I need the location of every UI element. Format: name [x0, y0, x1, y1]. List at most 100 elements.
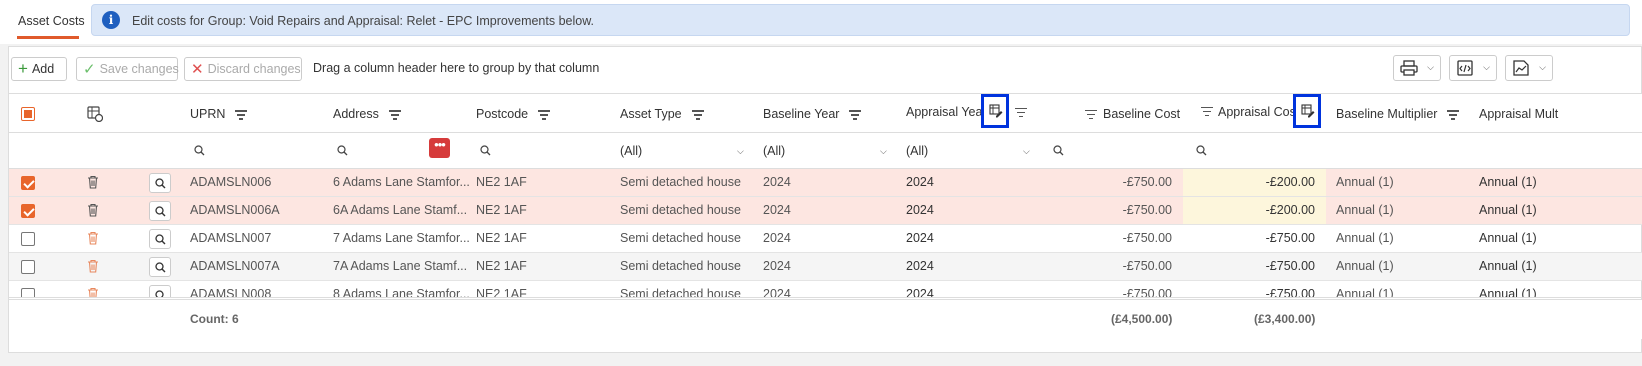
appraisal-year-filter-select[interactable]: (All) [906, 133, 928, 169]
header-appraisal-year[interactable]: Appraisal Yea [906, 92, 982, 132]
cell-appraisal-multiplier[interactable]: Annual (1) [1479, 281, 1537, 298]
filter-icon[interactable] [235, 110, 248, 120]
search-icon[interactable] [337, 145, 348, 156]
horizontal-scrollbar[interactable] [9, 297, 1642, 298]
filter-icon[interactable] [1201, 107, 1213, 117]
save-changes-button[interactable]: ✓ Save changes [76, 57, 179, 81]
edit-column-appraisal-year-button[interactable] [981, 94, 1009, 128]
filter-icon[interactable] [1015, 108, 1027, 118]
cell-asset-type[interactable]: Semi detached house [620, 253, 741, 280]
header-asset-type[interactable]: Asset Type [620, 94, 704, 134]
header-address[interactable]: Address [333, 94, 401, 134]
cell-baseline-year[interactable]: 2024 [763, 169, 791, 196]
cell-baseline-cost[interactable]: -£750.00 [1049, 197, 1172, 224]
header-baseline-year[interactable]: Baseline Year [763, 94, 862, 134]
table-row[interactable]: ADAMSLN008 8 Adams Lane Stamfor... NE2 1AF… [9, 281, 1642, 298]
cell-address[interactable]: 7 Adams Lane Stamfor... [333, 225, 470, 252]
trash-icon[interactable] [87, 259, 99, 273]
search-icon[interactable] [1196, 145, 1207, 156]
header-baseline-cost[interactable]: Baseline Cost [1103, 94, 1180, 134]
cell-baseline-year[interactable]: 2024 [763, 253, 791, 280]
tab-asset-costs[interactable]: Asset Costs [18, 14, 85, 28]
cell-postcode[interactable]: NE2 1AF [476, 197, 527, 224]
table-row[interactable]: ADAMSLN006A 6A Adams Lane Stamf... NE2 1AF… [9, 197, 1642, 225]
cell-address[interactable]: 6A Adams Lane Stamf... [333, 197, 467, 224]
cell-postcode[interactable]: NE2 1AF [476, 253, 527, 280]
table-row[interactable]: ADAMSLN007A 7A Adams Lane Stamf... NE2 1AF… [9, 253, 1642, 281]
header-appraisal-cost[interactable]: Appraisal Cost [1218, 92, 1299, 132]
cell-appraisal-cost[interactable]: -£200.00 [1192, 169, 1315, 196]
filter-icon[interactable] [1085, 110, 1097, 120]
cell-baseline-year[interactable]: 2024 [763, 281, 791, 298]
row-checkbox[interactable] [21, 260, 35, 274]
cell-appraisal-cost[interactable]: -£750.00 [1192, 253, 1315, 280]
cell-asset-type[interactable]: Semi detached house [620, 197, 741, 224]
cell-appraisal-multiplier[interactable]: Annual (1) [1479, 169, 1537, 196]
trash-icon[interactable] [87, 203, 99, 217]
cell-baseline-year[interactable]: 2024 [763, 225, 791, 252]
add-button[interactable]: + Add [11, 57, 67, 81]
search-icon[interactable] [1053, 145, 1064, 156]
cell-baseline-multiplier[interactable]: Annual (1) [1336, 253, 1394, 280]
view-row-button[interactable] [149, 257, 171, 277]
filter-icon[interactable] [1447, 110, 1460, 120]
filter-icon[interactable] [849, 110, 862, 120]
export-dropdown[interactable]: ⌵ [1449, 55, 1497, 81]
cell-asset-type[interactable]: Semi detached house [620, 281, 741, 298]
cell-baseline-multiplier[interactable]: Annual (1) [1336, 225, 1394, 252]
cell-uprn[interactable]: ADAMSLN006 [190, 169, 271, 196]
view-row-button[interactable] [149, 229, 171, 249]
cell-uprn[interactable]: ADAMSLN007 [190, 225, 271, 252]
cell-address[interactable]: 8 Adams Lane Stamfor... [333, 281, 470, 298]
cell-uprn[interactable]: ADAMSLN008 [190, 281, 271, 298]
row-checkbox[interactable] [21, 204, 35, 218]
more-options-button[interactable]: ••• [429, 138, 450, 158]
cell-postcode[interactable]: NE2 1AF [476, 225, 527, 252]
filter-icon[interactable] [691, 110, 704, 120]
asset-type-filter-select[interactable]: (All) [620, 133, 642, 169]
cell-address[interactable]: 7A Adams Lane Stamf... [333, 253, 467, 280]
cell-appraisal-cost[interactable]: -£750.00 [1192, 281, 1315, 298]
header-appraisal-multiplier[interactable]: Appraisal Mult [1479, 94, 1558, 134]
trash-icon[interactable] [87, 175, 99, 189]
header-uprn[interactable]: UPRN [190, 94, 248, 134]
row-checkbox[interactable] [21, 176, 35, 190]
cell-postcode[interactable]: NE2 1AF [476, 169, 527, 196]
trash-icon[interactable] [87, 231, 99, 245]
filter-icon[interactable] [388, 110, 401, 120]
cell-baseline-multiplier[interactable]: Annual (1) [1336, 169, 1394, 196]
table-row[interactable]: ADAMSLN006 6 Adams Lane Stamfor... NE2 1AF… [9, 169, 1642, 197]
group-panel-hint[interactable]: Drag a column header here to group by th… [313, 61, 599, 75]
table-row[interactable]: ADAMSLN007 7 Adams Lane Stamfor... NE2 1AF… [9, 225, 1642, 253]
cell-appraisal-cost[interactable]: -£750.00 [1192, 225, 1315, 252]
view-row-button[interactable] [149, 201, 171, 221]
cell-appraisal-year[interactable]: 2024 [906, 253, 934, 280]
cell-appraisal-year[interactable]: 2024 [906, 197, 934, 224]
header-baseline-multiplier[interactable]: Baseline Multiplier [1336, 94, 1460, 134]
search-icon[interactable] [194, 145, 205, 156]
chevron-down-icon[interactable]: ⌵ [737, 133, 744, 169]
baseline-year-filter-select[interactable]: (All) [763, 133, 785, 169]
cell-baseline-cost[interactable]: -£750.00 [1049, 225, 1172, 252]
discard-changes-button[interactable]: ✕ Discard changes [184, 57, 302, 81]
cell-baseline-multiplier[interactable]: Annual (1) [1336, 197, 1394, 224]
cell-postcode[interactable]: NE2 1AF [476, 281, 527, 298]
cell-uprn[interactable]: ADAMSLN007A [190, 253, 280, 280]
cell-uprn[interactable]: ADAMSLN006A [190, 197, 280, 224]
cell-baseline-cost[interactable]: -£750.00 [1049, 281, 1172, 298]
chevron-down-icon[interactable]: ⌵ [880, 133, 887, 169]
cell-appraisal-multiplier[interactable]: Annual (1) [1479, 225, 1537, 252]
search-icon[interactable] [480, 145, 491, 156]
row-checkbox[interactable] [21, 232, 35, 246]
cell-baseline-cost[interactable]: -£750.00 [1049, 169, 1172, 196]
column-chooser-icon[interactable] [87, 106, 103, 122]
view-row-button[interactable] [149, 173, 171, 193]
cell-appraisal-multiplier[interactable]: Annual (1) [1479, 197, 1537, 224]
cell-appraisal-multiplier[interactable]: Annual (1) [1479, 253, 1537, 280]
cell-baseline-year[interactable]: 2024 [763, 197, 791, 224]
cell-appraisal-year[interactable]: 2024 [906, 281, 934, 298]
filter-icon[interactable] [538, 110, 551, 120]
cell-address[interactable]: 6 Adams Lane Stamfor... [333, 169, 470, 196]
header-postcode[interactable]: Postcode [476, 94, 551, 134]
cell-appraisal-year[interactable]: 2024 [906, 225, 934, 252]
